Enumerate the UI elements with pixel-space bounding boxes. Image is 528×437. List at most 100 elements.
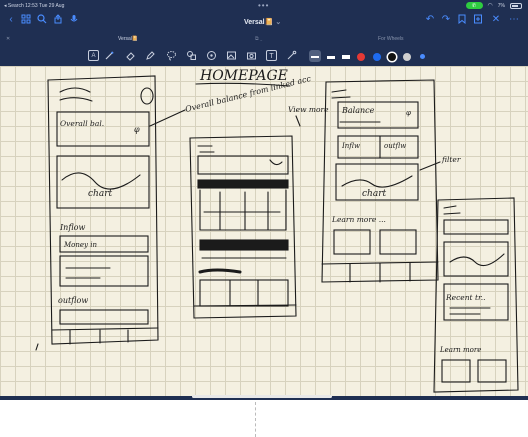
scribble-2: [59, 97, 93, 102]
sketch-view-more: View more: [288, 105, 329, 114]
mic-icon[interactable]: [68, 14, 80, 26]
learn-card-4a: [441, 359, 471, 383]
learn-card-3b: [379, 229, 417, 255]
color-red[interactable]: [357, 53, 365, 61]
status-date: Tue 29 Aug: [38, 3, 65, 9]
card-2a: [197, 155, 289, 175]
sketch-recent: Recent tr..: [445, 293, 486, 302]
eye-mark: [269, 159, 283, 166]
currency-mark-3: φ: [406, 109, 411, 117]
sketch-filter: filter: [441, 155, 461, 164]
chevron-down-icon: ⌄: [275, 19, 282, 26]
nav-tabs-3: [349, 262, 411, 283]
outflow-row: [59, 309, 149, 325]
undo-icon[interactable]: ↶: [424, 14, 436, 26]
home-indicator[interactable]: [192, 395, 332, 398]
card-2b: [199, 279, 289, 307]
image-icon[interactable]: [226, 50, 237, 61]
sketch-overall-bal: Overall bal.: [60, 119, 104, 128]
textbox-icon[interactable]: T: [266, 50, 277, 61]
document-title-text: Versal📔: [244, 19, 274, 26]
sketch-learn-more-3: Learn more ...: [331, 215, 386, 224]
nav-divider-1: [51, 327, 159, 331]
view-more-arrow: [295, 115, 301, 127]
status-bar: ◂ Search 12:53 Tue 29 Aug ••• ✆ ◠ 7%: [0, 0, 528, 12]
sketch-outflow-1: outflow: [58, 296, 88, 305]
sketch-chart-3: chart: [362, 189, 387, 199]
inflow-list: [59, 255, 149, 287]
sketch-inflow-1: Inflow: [59, 223, 85, 232]
more-icon[interactable]: ⋯: [508, 14, 520, 26]
close-icon[interactable]: ✕: [490, 14, 502, 26]
chart-line-3: [341, 175, 413, 188]
tab-overflow-icon[interactable]: ⧉ ⌄: [255, 36, 262, 42]
bar-dark-2b: [199, 239, 289, 251]
lasso-icon[interactable]: [166, 50, 177, 61]
search-icon[interactable]: [36, 14, 48, 26]
header-lines-2: [197, 145, 215, 153]
sketch-chart-1: chart: [88, 189, 113, 199]
shapes-icon[interactable]: [186, 50, 197, 61]
tab-for-wheels[interactable]: For Wheels: [378, 36, 404, 42]
document-title[interactable]: Versal📔 ⌄: [244, 18, 281, 26]
learn-card-3a: [333, 229, 371, 255]
status-time: 12:53: [25, 3, 38, 9]
sketch-money-in: Money in: [63, 241, 97, 249]
highlighter-icon[interactable]: [145, 50, 156, 61]
panel-2: [199, 189, 287, 231]
camera-icon[interactable]: [246, 50, 257, 61]
tab-versal[interactable]: Versal📔: [118, 36, 138, 42]
chart-card-1: [56, 155, 150, 209]
redo-icon[interactable]: ↷: [440, 14, 452, 26]
battery-label: 7%: [497, 2, 505, 9]
sticker-icon[interactable]: [206, 50, 217, 61]
sketch-balance: Balance: [341, 106, 375, 115]
back-icon[interactable]: ‹: [5, 14, 17, 26]
header-lines-4: [443, 205, 461, 215]
stroke-thin-icon[interactable]: [311, 56, 319, 58]
ipad-screen: ◂ Search 12:53 Tue 29 Aug ••• ✆ ◠ 7% ‹ V…: [0, 0, 528, 400]
share-icon[interactable]: [52, 14, 64, 26]
card-cols-2b: [229, 279, 259, 307]
chart-line-4: [449, 253, 505, 267]
recent-lines: [449, 307, 491, 315]
page-divider: [255, 402, 256, 437]
scribble-1: [59, 87, 91, 93]
color-grey[interactable]: [403, 53, 411, 61]
eraser-icon[interactable]: [125, 50, 136, 61]
bar-dark-2c: [198, 268, 242, 274]
bar-dark-2a: [197, 179, 289, 189]
laser-icon[interactable]: [286, 50, 297, 61]
grid-icon[interactable]: [20, 14, 32, 26]
add-page-icon[interactable]: [472, 14, 484, 26]
multitask-dots[interactable]: •••: [258, 1, 269, 10]
back-to-search[interactable]: ◂ Search: [4, 3, 24, 9]
tab-bar: ✕ Versal📔 ⧉ ⌄ For Wheels: [0, 34, 528, 44]
sketch-inflw: Inflw: [341, 142, 360, 150]
pen-icon[interactable]: [104, 50, 115, 61]
learn-card-4b: [477, 359, 507, 383]
tick-mark: [35, 343, 39, 351]
sketch-learn-more-4: Learn more: [439, 346, 481, 354]
status-left: ◂ Search 12:53 Tue 29 Aug: [4, 3, 64, 9]
bookmark-icon[interactable]: [456, 14, 468, 26]
avatar-circle-1: [140, 87, 154, 105]
currency-mark: φ: [134, 125, 140, 134]
text-mode-icon[interactable]: A: [88, 50, 99, 61]
wifi-icon: ◠: [487, 3, 493, 9]
panel-columns-2: [219, 191, 269, 231]
wireframe-sketch: HOMEPAGE Overall bal. φ chart Inflow Mon…: [35, 68, 519, 393]
filter-arrow: [419, 161, 441, 171]
color-blue[interactable]: [373, 53, 381, 61]
tab-close-icon[interactable]: ✕: [6, 36, 10, 42]
call-icon[interactable]: ✆: [465, 2, 483, 9]
card-4a: [443, 219, 509, 235]
status-right: ✆ ◠ 7%: [465, 2, 522, 9]
inflow-lines: [65, 267, 111, 279]
stroke-thick-icon[interactable]: [342, 55, 350, 59]
color-black-selected[interactable]: [388, 53, 396, 61]
color-picker-icon[interactable]: [420, 54, 425, 59]
stroke-medium-icon[interactable]: [327, 56, 335, 59]
battery-icon: [510, 2, 522, 9]
pen-toolbar: [0, 46, 528, 64]
